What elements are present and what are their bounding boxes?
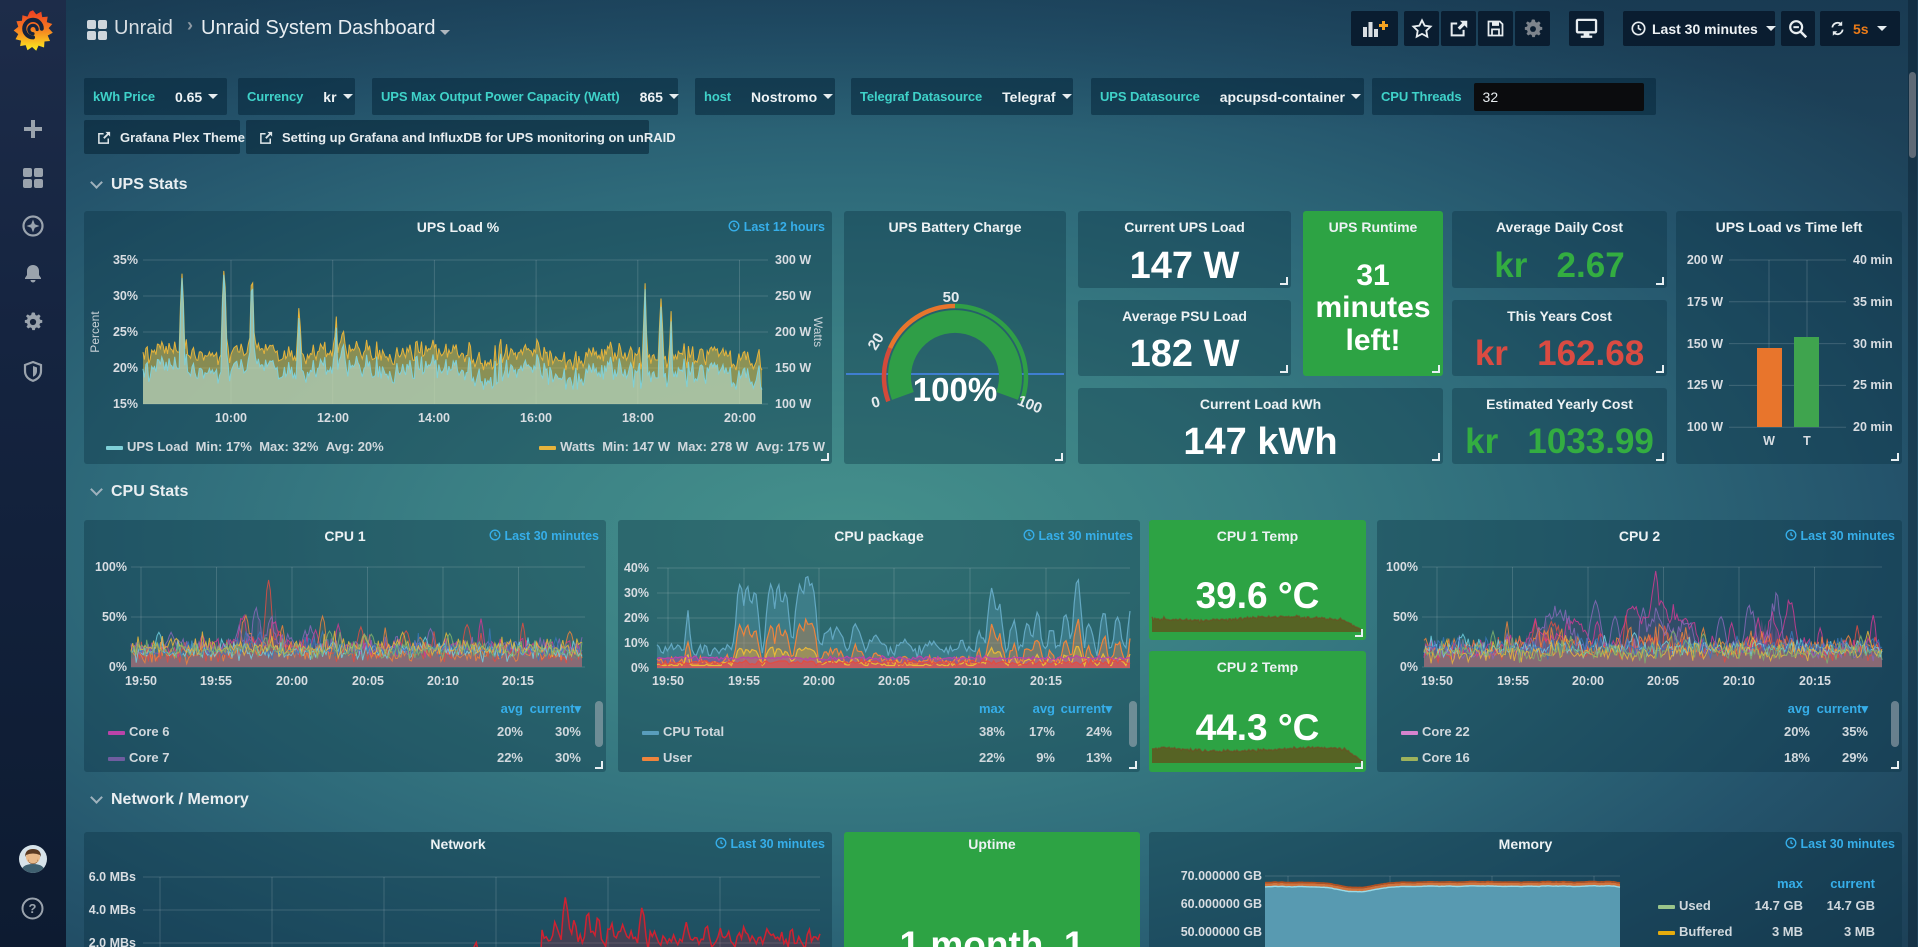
svg-text:?: ? [29, 901, 37, 916]
svg-text:50: 50 [943, 289, 960, 306]
svg-text:20: 20 [865, 330, 888, 353]
svg-text:100: 100 [1015, 392, 1045, 417]
svg-text:100%: 100% [913, 371, 997, 408]
svg-text:0: 0 [869, 393, 882, 412]
